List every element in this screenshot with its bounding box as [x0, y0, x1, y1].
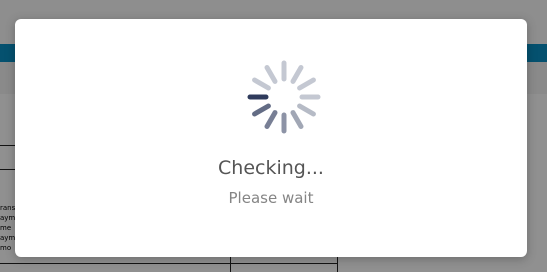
spinner-segment: [264, 110, 278, 129]
spinner-segment: [252, 77, 271, 91]
loading-dialog: Checking... Please wait: [15, 19, 527, 257]
spinner-segment: [297, 77, 316, 91]
screen: rans aym me aym mo Checking... Please wa…: [0, 0, 547, 272]
spinner-segment: [297, 103, 316, 117]
dialog-subtitle: Please wait: [228, 189, 314, 207]
loading-spinner-icon: [247, 60, 321, 134]
dialog-title: Checking...: [218, 157, 324, 179]
spinner-segment: [252, 103, 271, 117]
spinner-segment: [290, 110, 304, 129]
spinner-segment: [264, 65, 278, 84]
spinner-segment: [290, 65, 304, 84]
